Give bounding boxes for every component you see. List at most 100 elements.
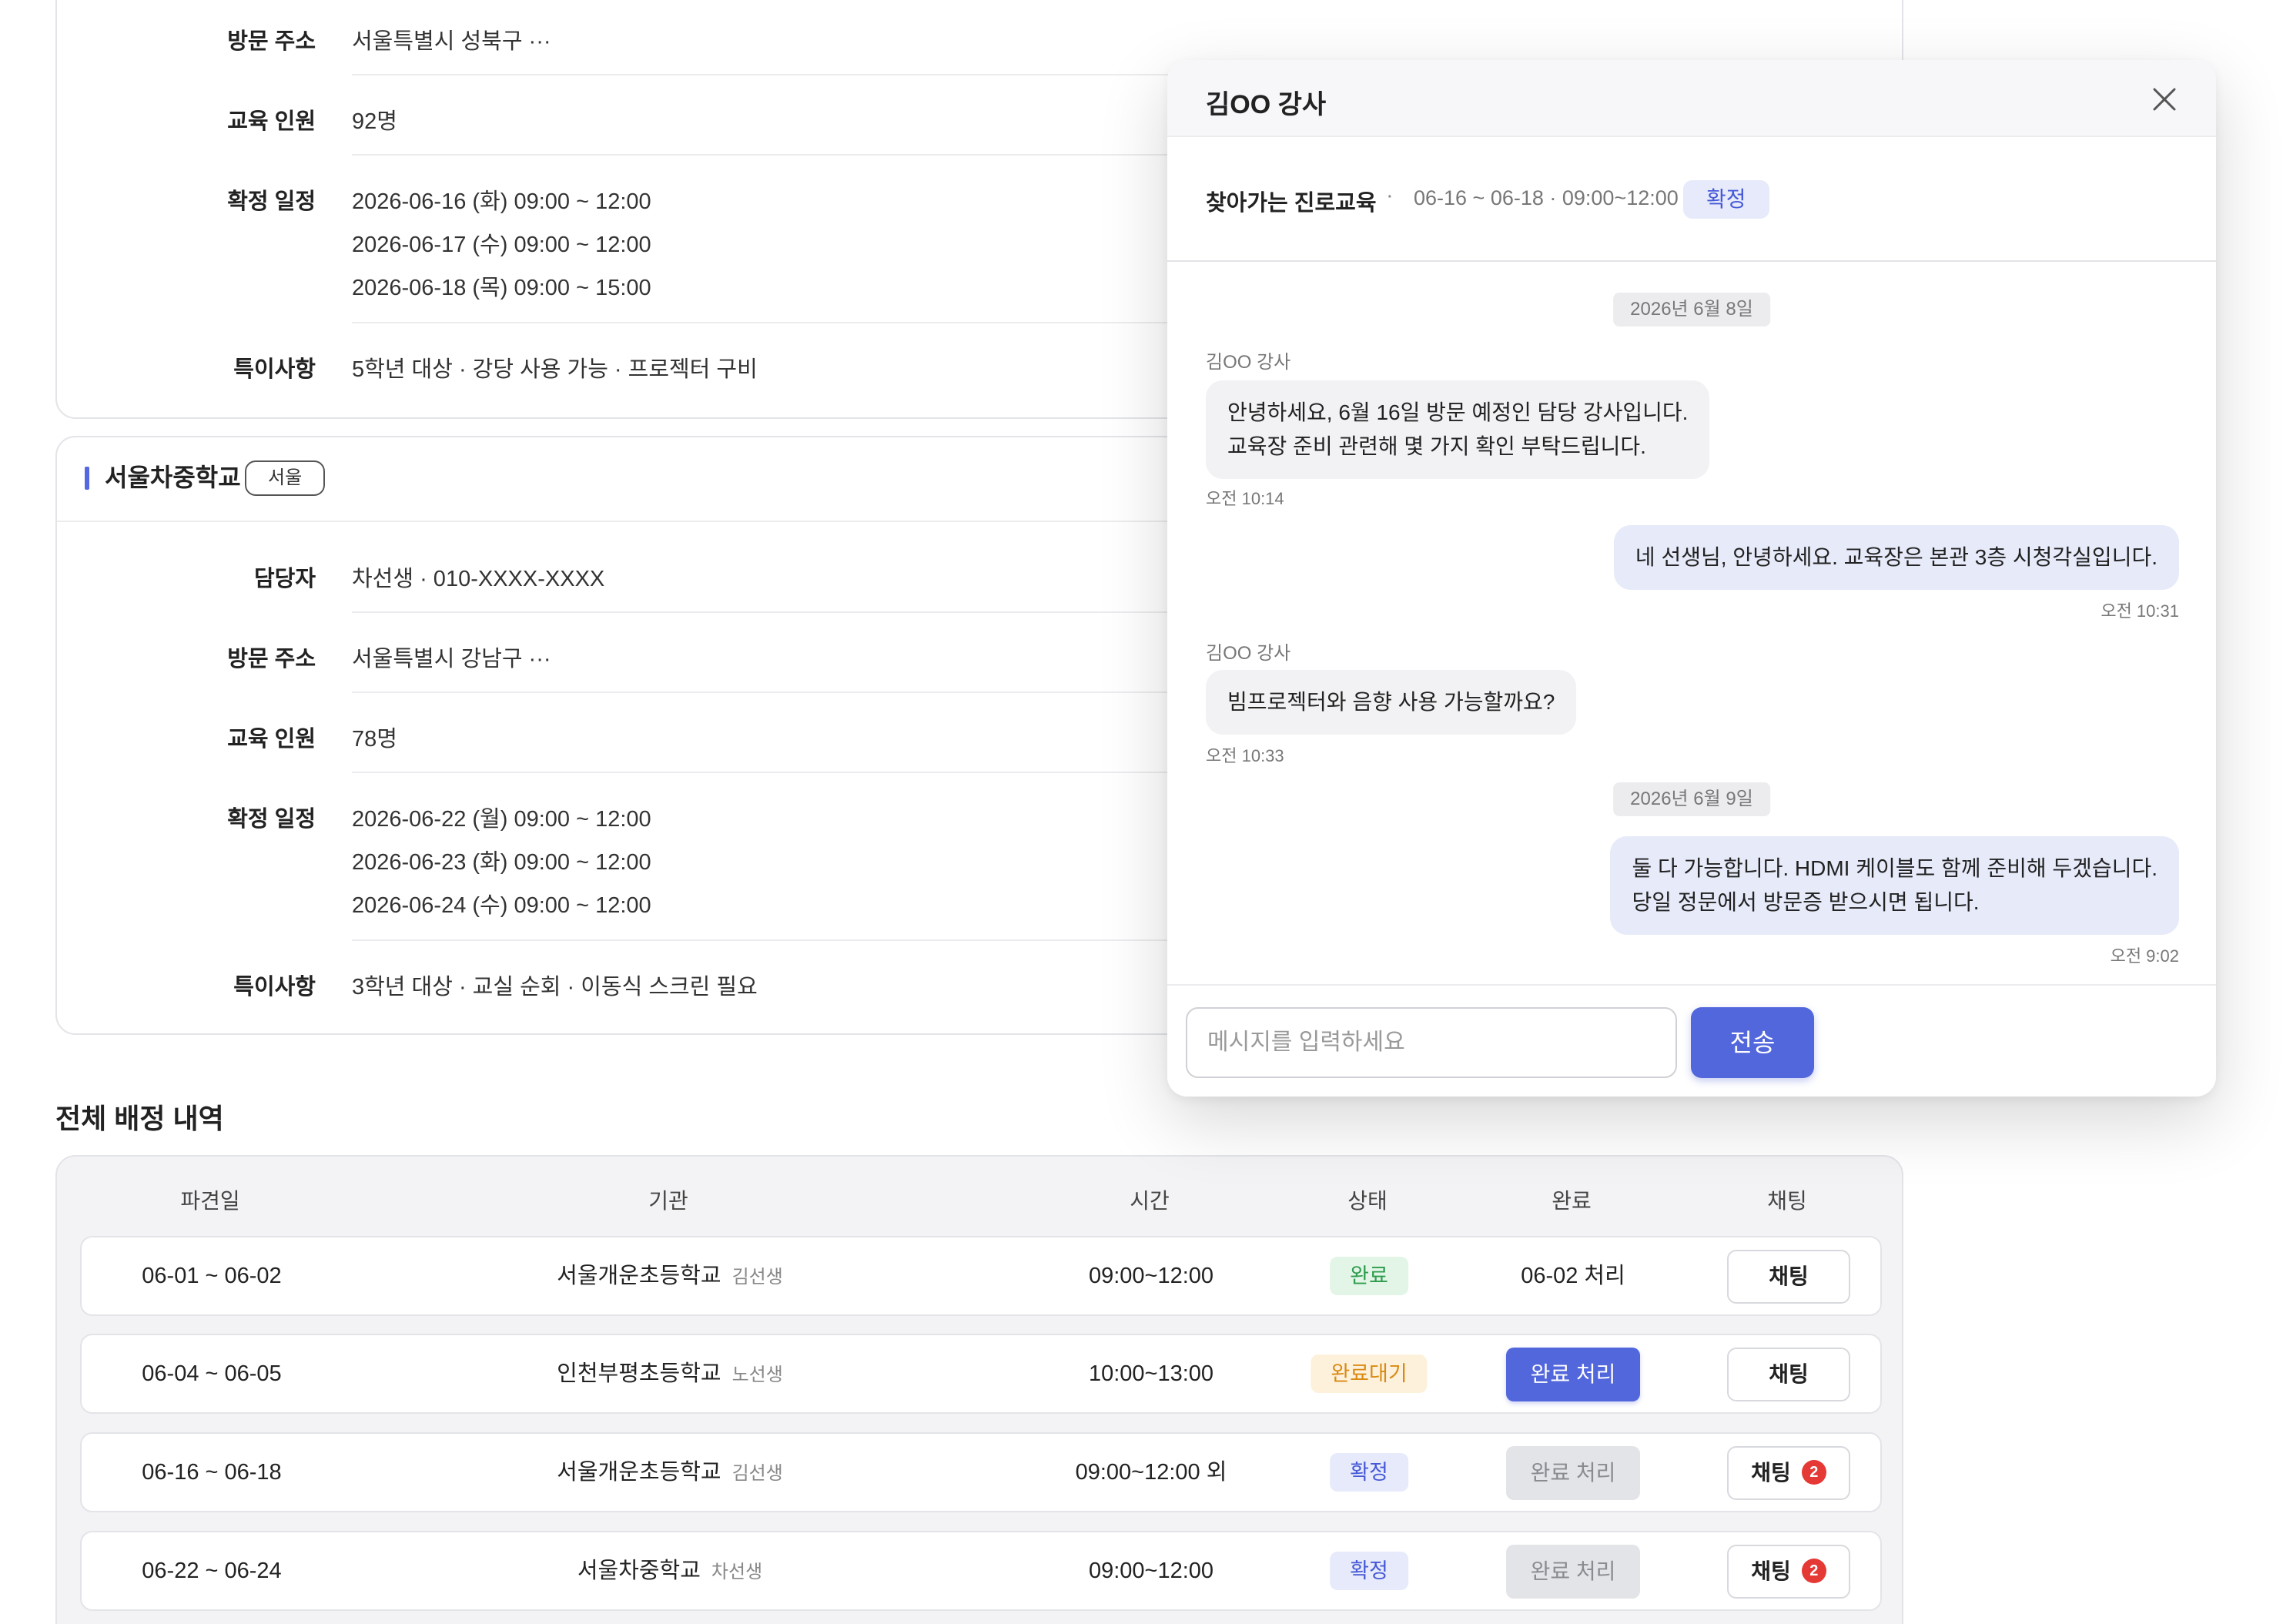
accent-bar (85, 467, 89, 490)
schedule-line: 2026-06-24 (수) 09:00 ~ 12:00 (352, 893, 651, 918)
cell-dates: 06-16 ~ 06-18 (142, 1460, 282, 1485)
chat-button-label: 채팅 (1769, 1362, 1809, 1386)
unread-badge: 2 (1801, 1558, 1826, 1583)
chat-button[interactable]: 채팅 (1727, 1250, 1850, 1304)
status-badge: 완료대기 (1311, 1354, 1428, 1393)
date-chip: 2026년 6월 8일 (1613, 293, 1770, 326)
program-dates: 06-16 ~ 06-18 · 09:00~12:00 (1414, 186, 1679, 209)
chat-button[interactable]: 채팅 (1727, 1348, 1850, 1401)
schedule-line: 2026-06-22 (월) 09:00 ~ 12:00 (352, 807, 651, 832)
label-notes: 특이사항 (233, 975, 316, 1000)
modal-header: 김OO 강사 (1167, 60, 2216, 137)
complete-button-disabled[interactable]: 완료 처리 (1506, 1545, 1640, 1599)
schedule-line: 2026-06-18 (목) 09:00 ~ 15:00 (352, 276, 651, 300)
cell-org: 서울개운초등학교 김선생 (557, 1237, 783, 1314)
message-line: 안녕하세요, 6월 16일 방문 예정인 담당 강사입니다. (1227, 400, 1689, 424)
message-bubble-outgoing: 둘 다 가능합니다. HDMI 케이블도 함께 준비해 두겠습니다. 당일 정문… (1610, 836, 2179, 935)
value-address: 서울특별시 강남구 ··· (352, 647, 551, 671)
status-badge: 확정 (1683, 180, 1769, 219)
schedule-line: 2026-06-16 (화) 09:00 ~ 12:00 (352, 189, 651, 214)
value-people: 92명 (352, 109, 397, 134)
status-badge: 확정 (1330, 1552, 1408, 1590)
cell-org: 서울개운초등학교 김선생 (557, 1434, 783, 1511)
send-button[interactable]: 전송 (1691, 1007, 1814, 1078)
program-title: 찾아가는 진로교육 (1206, 191, 1377, 216)
value-notes: 5학년 대상 · 강당 사용 가능 · 프로젝터 구비 (352, 357, 758, 382)
col-header-complete: 완료 (1552, 1189, 1592, 1213)
region-badge: 서울 (245, 460, 326, 496)
value-address: 서울특별시 성북구 ··· (352, 29, 551, 54)
complete-button[interactable]: 완료 처리 (1506, 1348, 1640, 1401)
unread-badge: 2 (1801, 1459, 1826, 1485)
label-notes: 특이사항 (233, 357, 316, 382)
value-contact: 차선생 · 010-XXXX-XXXX (352, 567, 605, 591)
separator-dot: · (1386, 183, 1394, 208)
table-row: 06-16 ~ 06-18 서울개운초등학교 김선생 09:00~12:00 외 … (80, 1432, 1882, 1512)
message-sender: 김OO 강사 (1206, 352, 1291, 373)
status-badge: 확정 (1330, 1453, 1408, 1492)
org-name: 인천부평초등학교 (557, 1361, 721, 1386)
cell-org: 서울차중학교 차선생 (577, 1532, 762, 1609)
close-icon[interactable] (2151, 86, 2178, 112)
cell-time: 09:00~12:00 (1088, 1559, 1214, 1583)
chat-button[interactable]: 채팅 2 (1727, 1446, 1850, 1500)
message-composer: 전송 (1167, 984, 2216, 1097)
chat-button[interactable]: 채팅 2 (1727, 1545, 1850, 1599)
chat-context: 찾아가는 진로교육 · 06-16 ~ 06-18 · 09:00~12:00 … (1167, 137, 2216, 262)
schedule-line: 2026-06-23 (화) 09:00 ~ 12:00 (352, 850, 651, 875)
value-notes: 3학년 대상 · 교실 순회 · 이동식 스크린 필요 (352, 975, 758, 1000)
chat-modal: 김OO 강사 찾아가는 진로교육 · 06-16 ~ 06-18 · 09:00… (1167, 60, 2216, 1097)
cell-time: 09:00~12:00 외 (1075, 1460, 1227, 1485)
message-sender: 김OO 강사 (1206, 643, 1291, 664)
message-line: 교육장 준비 관련해 몇 가지 확인 부탁드립니다. (1227, 434, 1646, 458)
col-header-time: 시간 (1130, 1189, 1170, 1213)
col-header-status: 상태 (1347, 1189, 1388, 1213)
label-people: 교육 인원 (227, 727, 316, 752)
label-address: 방문 주소 (227, 29, 316, 54)
schedule-line: 2026-06-17 (수) 09:00 ~ 12:00 (352, 233, 651, 257)
message-line: 당일 정문에서 방문증 받으시면 됩니다. (1632, 890, 1980, 914)
col-header-org: 기관 (648, 1189, 688, 1213)
cell-org: 인천부평초등학교 노선생 (557, 1335, 783, 1412)
teacher-name: 노선생 (731, 1364, 783, 1385)
chat-button-label: 채팅 (1769, 1264, 1809, 1288)
date-chip: 2026년 6월 9일 (1613, 782, 1770, 816)
message-bubble-outgoing: 네 선생님, 안녕하세요. 교육장은 본관 3층 시청각실입니다. (1613, 525, 2179, 590)
chat-button-label: 채팅 (1751, 1461, 1791, 1485)
label-schedule: 확정 일정 (227, 807, 316, 832)
teacher-name: 김선생 (731, 1463, 783, 1484)
message-bubble-incoming: 안녕하세요, 6월 16일 방문 예정인 담당 강사입니다. 교육장 준비 관련… (1206, 380, 1710, 479)
table-row: 06-22 ~ 06-24 서울차중학교 차선생 09:00~12:00 확정 완… (80, 1531, 1882, 1611)
label-schedule: 확정 일정 (227, 189, 316, 214)
modal-title: 김OO 강사 (1206, 90, 1327, 119)
teacher-name: 차선생 (711, 1562, 763, 1582)
org-name: 서울개운초등학교 (557, 1460, 721, 1485)
label-contact: 담당자 (253, 567, 316, 591)
col-header-dates: 파견일 (180, 1189, 240, 1213)
table-row: 06-01 ~ 06-02 서울개운초등학교 김선생 09:00~12:00 완료… (80, 1236, 1882, 1316)
label-address: 방문 주소 (227, 647, 316, 671)
message-line: 둘 다 가능합니다. HDMI 케이블도 함께 준비해 두겠습니다. (1632, 856, 2157, 880)
cell-dates: 06-22 ~ 06-24 (142, 1559, 282, 1583)
message-line: 빔프로젝터와 음향 사용 가능할까요? (1227, 690, 1555, 714)
cell-dates: 06-01 ~ 06-02 (142, 1264, 282, 1288)
chat-button-label: 채팅 (1751, 1559, 1791, 1583)
message-time: 오전 9:02 (2110, 946, 2179, 966)
complete-text: 06-02 처리 (1521, 1264, 1625, 1288)
message-time: 오전 10:33 (1206, 746, 1284, 765)
label-people: 교육 인원 (227, 109, 316, 134)
section-title: 전체 배정 내역 (55, 1103, 224, 1134)
org-name: 서울개운초등학교 (557, 1264, 721, 1288)
complete-button-disabled[interactable]: 완료 처리 (1506, 1446, 1640, 1500)
status-badge: 완료 (1330, 1257, 1408, 1295)
teacher-name: 김선생 (731, 1267, 783, 1287)
message-input[interactable] (1186, 1007, 1677, 1078)
org-name: 서울차중학교 (577, 1559, 701, 1583)
message-line: 네 선생님, 안녕하세요. 교육장은 본관 3층 시청각실입니다. (1635, 545, 2157, 569)
message-time: 오전 10:31 (2101, 601, 2179, 621)
cell-time: 09:00~12:00 (1088, 1264, 1214, 1288)
message-time: 오전 10:14 (1206, 489, 1284, 508)
cell-time: 10:00~13:00 (1088, 1361, 1214, 1386)
org-name: 서울차중학교 (105, 464, 241, 491)
table-row: 06-04 ~ 06-05 인천부평초등학교 노선생 10:00~13:00 완료… (80, 1334, 1882, 1414)
